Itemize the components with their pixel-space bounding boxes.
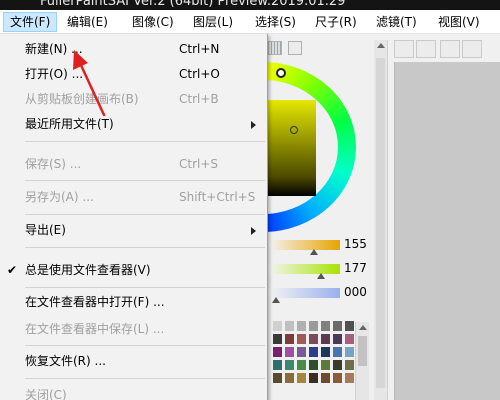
color-swatch[interactable] [332,333,343,345]
saturation-value-square[interactable] [268,100,316,196]
color-swatch[interactable] [320,372,331,384]
menu-image[interactable]: 图像(C) [126,12,180,32]
color-swatch[interactable] [272,333,283,345]
color-swatch[interactable] [296,359,307,371]
color-swatch[interactable] [332,320,343,332]
color-swatch[interactable] [320,346,331,358]
color-swatch[interactable] [320,333,331,345]
color-swatch[interactable] [284,320,295,332]
color-swatch[interactable] [296,372,307,384]
menu-select[interactable]: 选择(S) [249,12,302,32]
menu-item-recover-file[interactable]: 恢复文件(R) ... [0,350,267,372]
menu-file[interactable]: 文件(F) [3,12,58,32]
color-swatch[interactable] [344,372,355,384]
color-swatch[interactable] [296,333,307,345]
palette-grid-button[interactable] [268,41,282,55]
hue-knob[interactable] [276,68,286,78]
color-swatch[interactable] [332,359,343,371]
canvas-area[interactable] [394,62,500,400]
menu-item-save-as[interactable]: 另存为(A) ... Shift+Ctrl+S [0,186,267,208]
zoom-out-button[interactable] [440,40,460,58]
color-swatch[interactable] [344,333,355,345]
color-swatch[interactable] [284,333,295,345]
color-swatch[interactable] [332,346,343,358]
color-swatch[interactable] [296,320,307,332]
scroll-up-arrow-icon[interactable] [377,43,385,48]
undo-button[interactable] [394,40,414,58]
slider-3-value: 000 [344,285,367,299]
palette-view-button[interactable] [288,41,302,55]
menu-ruler[interactable]: 尺子(R) [309,12,363,32]
menu-item-save-in-file-viewer[interactable]: 在文件查看器中保存(L) ... [0,318,267,340]
menu-separator [25,345,265,346]
color-swatch[interactable] [284,359,295,371]
swatch-scrollbar[interactable] [355,322,369,400]
color-swatch[interactable] [320,320,331,332]
window-title: FullerPaintSAI Ver.2 (64bit) Preview.201… [40,0,346,9]
zoom-in-button[interactable] [462,40,482,58]
slider-1-thumb[interactable] [310,249,319,255]
color-swatch[interactable] [308,346,319,358]
color-swatch[interactable] [284,372,295,384]
submenu-arrow-icon [251,227,256,235]
menu-separator [25,247,265,248]
menu-separator [25,287,265,288]
menu-item-always-use-file-viewer[interactable]: ✔ 总是使用文件查看器(V) [0,259,267,281]
color-swatch[interactable] [272,320,283,332]
menu-item-recent-files[interactable]: 最近所用文件(T) [0,113,267,135]
color-swatch[interactable] [272,372,283,384]
slider-1-bar[interactable] [268,240,340,250]
sv-knob[interactable] [290,126,298,134]
menu-item-export[interactable]: 导出(E) [0,219,267,241]
color-swatch[interactable] [272,359,283,371]
color-wheel-panel[interactable] [268,60,366,236]
menu-separator [25,214,265,215]
title-bar: FullerPaintSAI Ver.2 (64bit) Preview.201… [0,0,500,10]
redo-button[interactable] [416,40,436,58]
menu-item-new[interactable]: 新建(N) ... Ctrl+N [0,38,267,60]
color-swatch[interactable] [332,372,343,384]
color-swatch[interactable] [344,346,355,358]
swatch-scroll-thumb[interactable] [358,336,367,366]
menu-bar: 文件(F) 编辑(E) 图像(C) 图层(L) 选择(S) 尺子(R) 滤镜(T… [0,10,500,34]
slider-3-thumb[interactable] [272,297,280,303]
menu-edit[interactable]: 编辑(E) [61,12,114,32]
slider-2-thumb[interactable] [316,273,325,279]
menu-separator [25,180,265,181]
color-panel-toolbar [268,38,366,60]
file-menu-dropdown: 新建(N) ... Ctrl+N 打开(O) ... Ctrl+O 从剪贴板创建… [0,34,268,400]
color-swatch[interactable] [296,346,307,358]
navigator-scrollbar[interactable] [374,40,388,400]
menu-filter[interactable]: 滤镜(T) [370,12,423,32]
menu-item-open-in-file-viewer[interactable]: 在文件查看器中打开(F) ... [0,291,267,313]
slider-1-value: 155 [344,237,367,251]
color-swatch[interactable] [308,320,319,332]
color-swatch[interactable] [272,346,283,358]
menu-item-close[interactable]: 关闭(C) [0,384,267,400]
menu-view[interactable]: 视图(V) [432,12,486,32]
color-swatch[interactable] [320,359,331,371]
menu-layer[interactable]: 图层(L) [187,12,239,32]
color-swatch[interactable] [308,359,319,371]
navigator-scroll-thumb[interactable] [376,58,385,388]
menu-separator [25,378,265,379]
slider-2-value: 177 [344,261,367,275]
color-swatch[interactable] [308,333,319,345]
slider-2-bar[interactable] [268,264,340,274]
menu-separator [25,141,265,142]
checkmark-icon: ✔ [7,263,18,277]
menu-item-open[interactable]: 打开(O) ... Ctrl+O [0,63,267,85]
color-swatch[interactable] [284,346,295,358]
color-swatch[interactable] [308,372,319,384]
menu-item-new-from-clipboard[interactable]: 从剪贴板创建画布(B) Ctrl+B [0,88,267,110]
submenu-arrow-icon [251,121,256,129]
menu-item-save[interactable]: 保存(S) ... Ctrl+S [0,153,267,175]
scroll-up-arrow-icon[interactable] [359,325,367,330]
color-swatch[interactable] [344,359,355,371]
color-swatch[interactable] [344,320,355,332]
